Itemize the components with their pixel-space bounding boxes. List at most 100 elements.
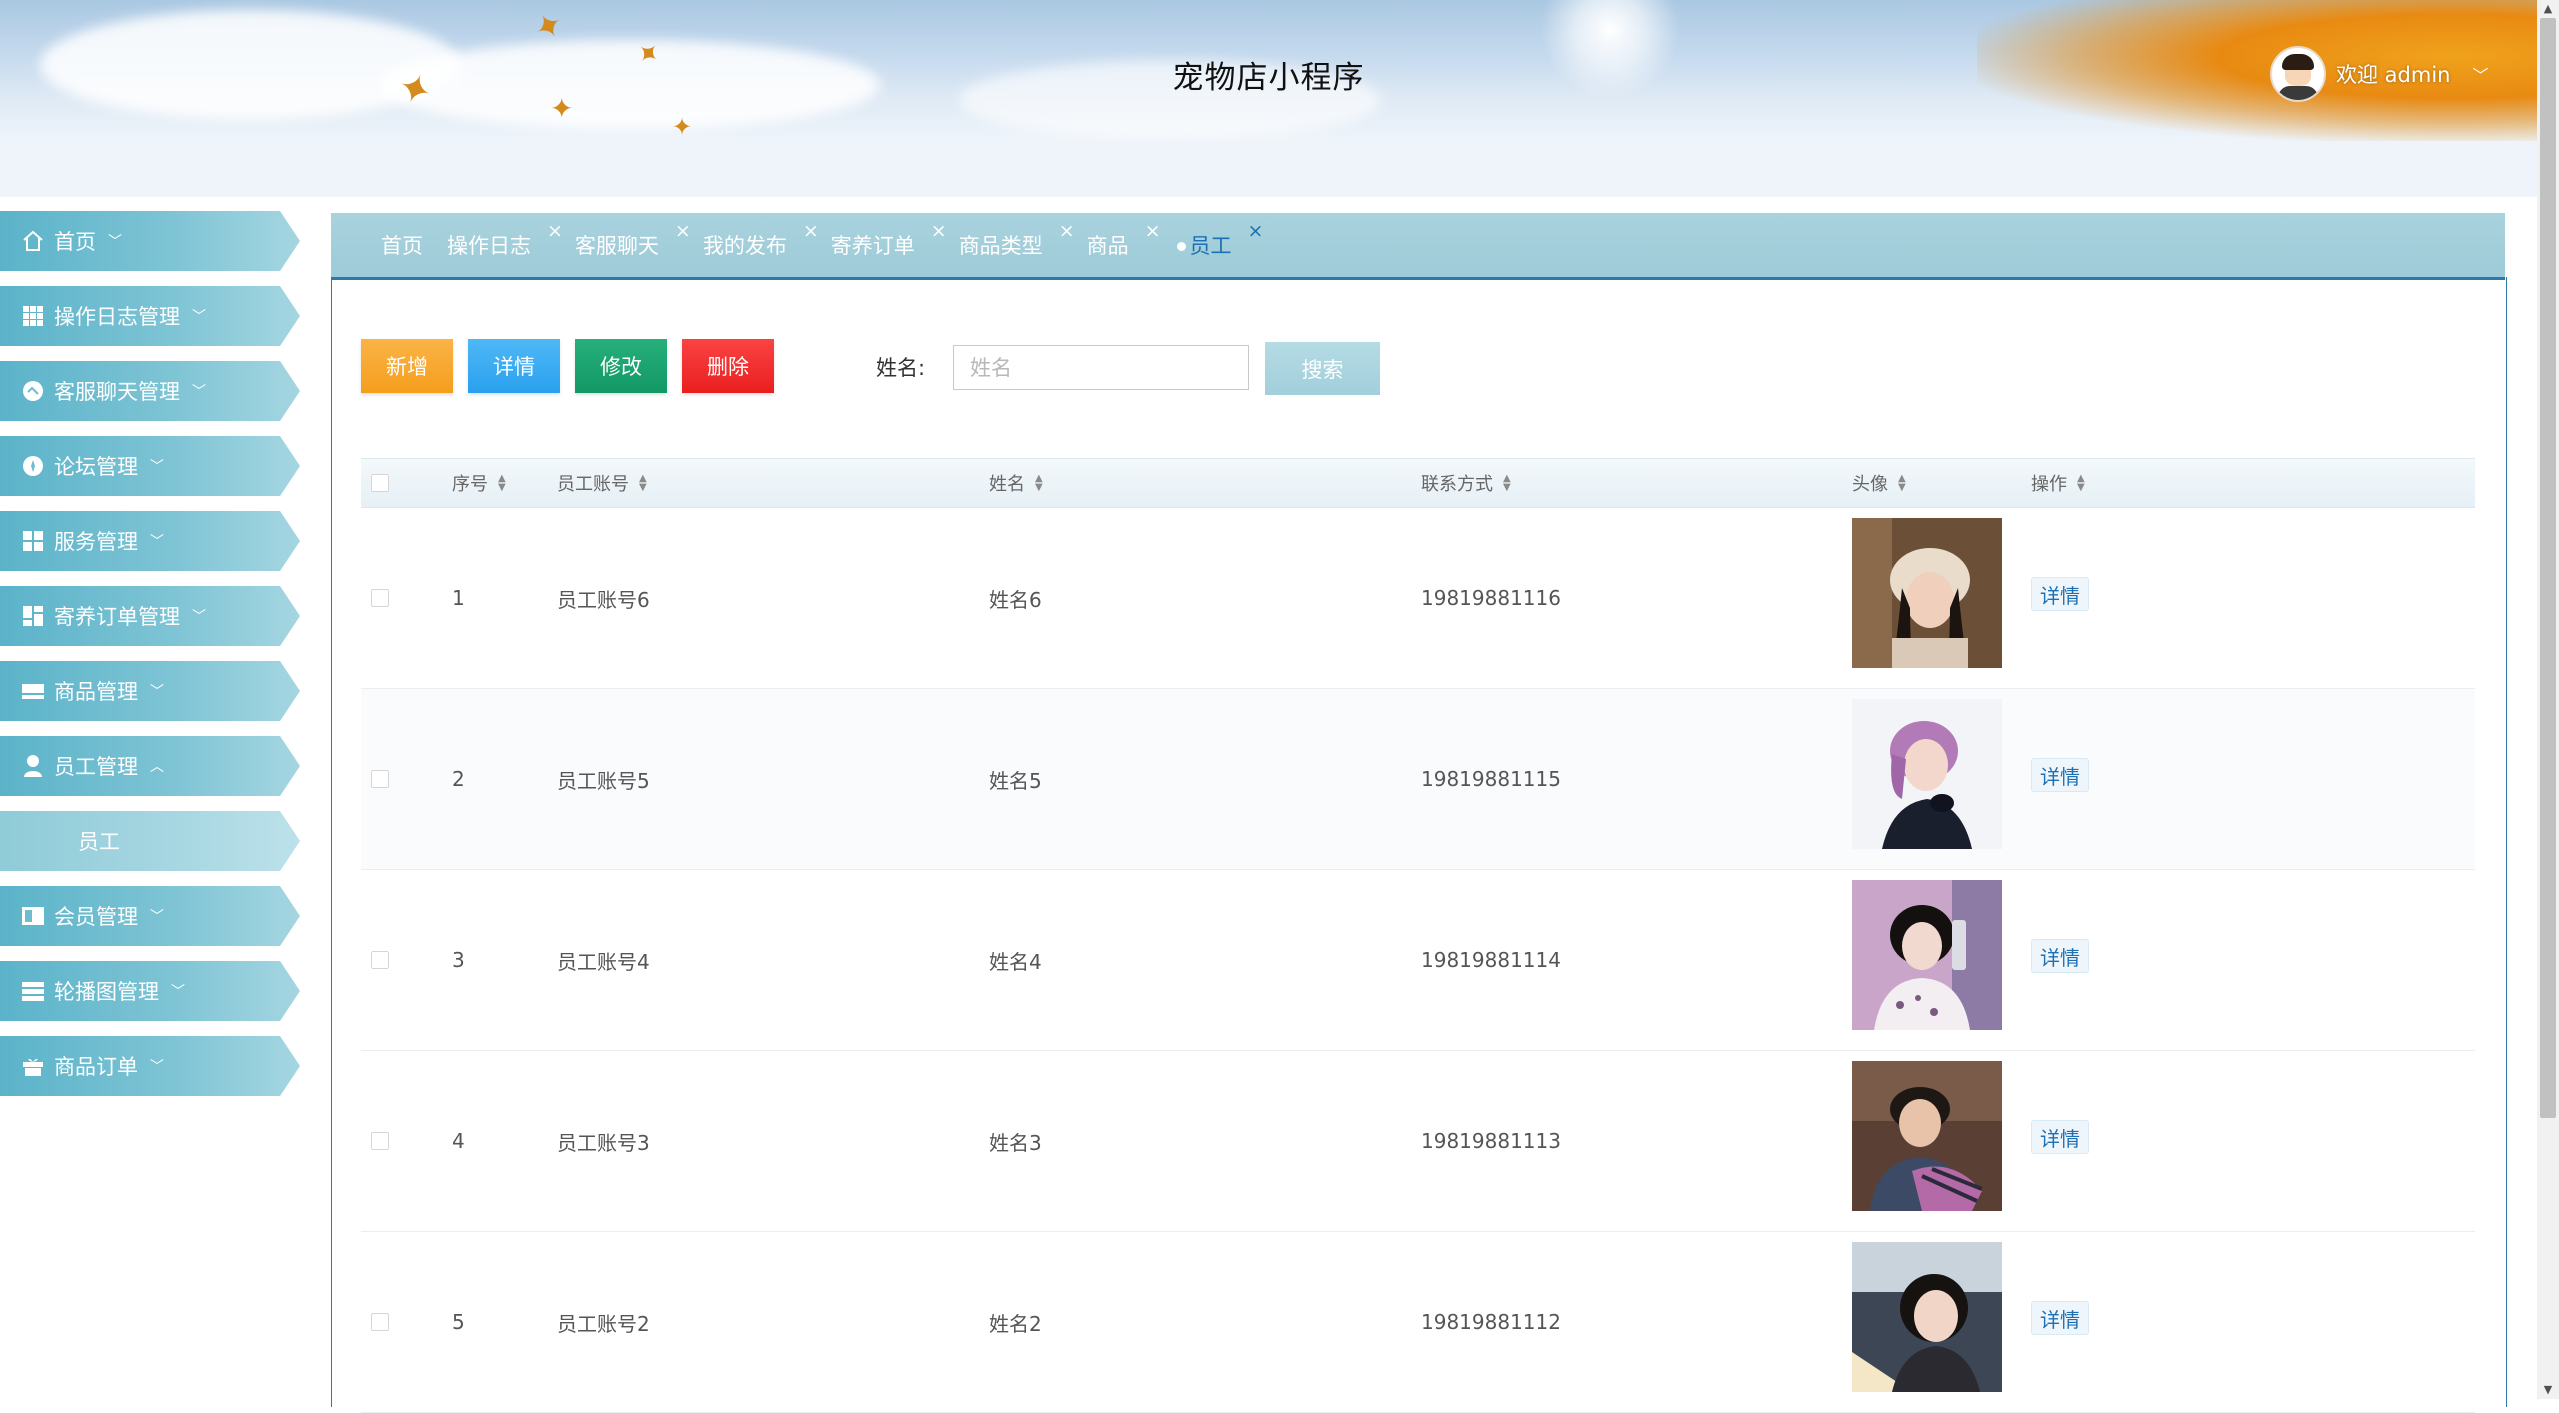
- search-label: 姓名:: [876, 356, 926, 380]
- active-dot-icon: [1176, 242, 1186, 251]
- sidebar-item-service[interactable]: 服务管理 ﹀: [0, 511, 300, 571]
- sidebar-item-label: 首页: [54, 230, 96, 254]
- close-icon[interactable]: ×: [1248, 220, 1264, 242]
- column-header-name[interactable]: 姓名 ▲ ▼: [989, 459, 1043, 507]
- chevron-down-icon: ﹀: [150, 534, 164, 550]
- sort-icon[interactable]: ▲ ▼: [498, 474, 506, 493]
- cell-index: 2: [452, 767, 465, 791]
- user-menu[interactable]: 欢迎 admin ﹀: [2270, 44, 2489, 104]
- sidebar-item-home[interactable]: 首页 ﹀: [0, 211, 300, 271]
- cell-account: 员工账号3: [557, 1130, 650, 1155]
- sidebar-item-product-order[interactable]: 商品订单 ﹀: [0, 1036, 300, 1096]
- sidebar-item-carousel[interactable]: 轮播图管理 ﹀: [0, 961, 300, 1021]
- chevron-up-icon: ︿: [150, 759, 164, 775]
- cell-account: 员工账号6: [557, 587, 650, 612]
- sidebar-item-product[interactable]: 商品管理 ﹀: [0, 661, 300, 721]
- sidebar-item-chat[interactable]: 客服聊天管理 ﹀: [0, 361, 300, 421]
- edit-button[interactable]: 修改: [575, 339, 667, 393]
- cell-account: 员工账号4: [557, 949, 650, 974]
- row-detail-link[interactable]: 详情: [2031, 939, 2089, 973]
- tab-product[interactable]: 商品 ×: [1075, 220, 1161, 260]
- close-icon[interactable]: ×: [1145, 220, 1161, 242]
- close-icon[interactable]: ×: [803, 220, 819, 242]
- tab-boarding-order[interactable]: 寄养订单 ×: [819, 220, 947, 260]
- tab-customer-chat[interactable]: 客服聊天 ×: [563, 220, 691, 260]
- table-row[interactable]: 5 员工账号2 姓名2 19819881112 详情: [361, 1232, 2475, 1413]
- table-row[interactable]: 2 员工账号5 姓名5 19819881115 详情: [361, 689, 2475, 870]
- chevron-down-icon: ﹀: [192, 609, 206, 625]
- tab-staff[interactable]: 员工 ×: [1161, 220, 1263, 260]
- tabs-bar: 首页 操作日志 × 客服聊天 × 我的发布 × 寄养订单 × 商品类型 × 商品…: [331, 213, 2505, 280]
- close-icon[interactable]: ×: [547, 220, 563, 242]
- add-button[interactable]: 新增: [361, 339, 453, 393]
- column-header-phone[interactable]: 联系方式 ▲ ▼: [1421, 459, 1511, 507]
- close-icon[interactable]: ×: [675, 220, 691, 242]
- sidebar-item-label: 寄养订单管理: [54, 605, 180, 629]
- sort-icon[interactable]: ▲ ▼: [2077, 474, 2085, 493]
- sidebar-item-forum[interactable]: 论坛管理 ﹀: [0, 436, 300, 496]
- sidebar-item-boarding-order[interactable]: 寄养订单管理 ﹀: [0, 586, 300, 646]
- row-checkbox[interactable]: [371, 1232, 389, 1412]
- row-checkbox[interactable]: [371, 508, 389, 688]
- cell-name: 姓名6: [989, 587, 1042, 612]
- tab-operation-log[interactable]: 操作日志 ×: [423, 220, 563, 260]
- sidebar-item-label: 商品管理: [54, 680, 138, 704]
- sidebar-subitem-staff[interactable]: 员工: [0, 811, 300, 871]
- row-checkbox[interactable]: [371, 689, 389, 869]
- scrollbar-thumb[interactable]: [2540, 18, 2556, 1118]
- cell-name: 姓名2: [989, 1311, 1042, 1336]
- avatar: [2270, 46, 2326, 102]
- sort-icon[interactable]: ▲ ▼: [639, 474, 647, 493]
- tab-home[interactable]: 首页: [331, 230, 423, 260]
- detail-button[interactable]: 详情: [468, 339, 560, 393]
- chevron-down-icon: ﹀: [192, 384, 206, 400]
- close-icon[interactable]: ×: [931, 220, 947, 242]
- column-header-actions[interactable]: 操作 ▲ ▼: [2031, 459, 2085, 507]
- select-all-checkbox[interactable]: [371, 459, 389, 507]
- dashboard-icon: [20, 603, 46, 629]
- tab-product-type[interactable]: 商品类型 ×: [947, 220, 1075, 260]
- sort-icon[interactable]: ▲ ▼: [1898, 474, 1906, 493]
- scroll-down-arrow-icon[interactable]: ▼: [2537, 1381, 2559, 1399]
- row-detail-link[interactable]: 详情: [2031, 758, 2089, 792]
- sort-icon[interactable]: ▲ ▼: [1503, 474, 1511, 493]
- table-row[interactable]: 1 员工账号6 姓名6 19819881116 详情: [361, 508, 2475, 689]
- sidebar-item-label: 会员管理: [54, 905, 138, 929]
- cell-account: 员工账号5: [557, 768, 650, 793]
- table-row[interactable]: 4 员工账号3 姓名3 19819881113 详情: [361, 1051, 2475, 1232]
- row-checkbox[interactable]: [371, 870, 389, 1050]
- search-button[interactable]: 搜索: [1265, 342, 1380, 395]
- avatar-photo: [1852, 518, 2002, 668]
- header-strip: [0, 141, 2537, 197]
- sidebar-item-label: 轮播图管理: [54, 980, 159, 1004]
- column-header-account[interactable]: 员工账号 ▲ ▼: [557, 459, 647, 507]
- column-header-index[interactable]: 序号 ▲ ▼: [452, 459, 506, 507]
- sidebar: 首页 ﹀ 操作日志管理 ﹀ 客服聊天管理 ﹀ 论坛管理 ﹀ 服务管理 ﹀ 寄养订…: [0, 211, 300, 1111]
- chevron-down-icon: ﹀: [108, 234, 122, 250]
- grid-icon: [20, 303, 46, 329]
- column-header-avatar[interactable]: 头像 ▲ ▼: [1852, 459, 1906, 507]
- table-row[interactable]: 3 员工账号4 姓名4 19819881114 详情: [361, 870, 2475, 1051]
- row-detail-link[interactable]: 详情: [2031, 1301, 2089, 1335]
- tab-my-posts[interactable]: 我的发布 ×: [691, 220, 819, 260]
- name-search-input[interactable]: [953, 345, 1249, 390]
- sidebar-item-member[interactable]: 会员管理 ﹀: [0, 886, 300, 946]
- sidebar-subitem-label: 员工: [78, 830, 120, 854]
- close-icon[interactable]: ×: [1059, 220, 1075, 242]
- chevron-down-icon: ﹀: [150, 684, 164, 700]
- delete-button[interactable]: 删除: [682, 339, 774, 393]
- sidebar-item-label: 客服聊天管理: [54, 380, 180, 404]
- member-icon: [20, 903, 46, 929]
- page-scrollbar[interactable]: ▲ ▼: [2537, 0, 2559, 1399]
- scroll-up-arrow-icon[interactable]: ▲: [2537, 0, 2559, 18]
- sidebar-item-staff[interactable]: 员工管理 ︿: [0, 736, 300, 796]
- row-detail-link[interactable]: 详情: [2031, 577, 2089, 611]
- sidebar-item-log[interactable]: 操作日志管理 ﹀: [0, 286, 300, 346]
- sidebar-item-label: 商品订单: [54, 1055, 138, 1079]
- sort-icon[interactable]: ▲ ▼: [1035, 474, 1043, 493]
- cell-phone: 19819881112: [1421, 1310, 1561, 1334]
- carousel-icon: [20, 978, 46, 1004]
- row-detail-link[interactable]: 详情: [2031, 1120, 2089, 1154]
- row-checkbox[interactable]: [371, 1051, 389, 1231]
- product-icon: [20, 678, 46, 704]
